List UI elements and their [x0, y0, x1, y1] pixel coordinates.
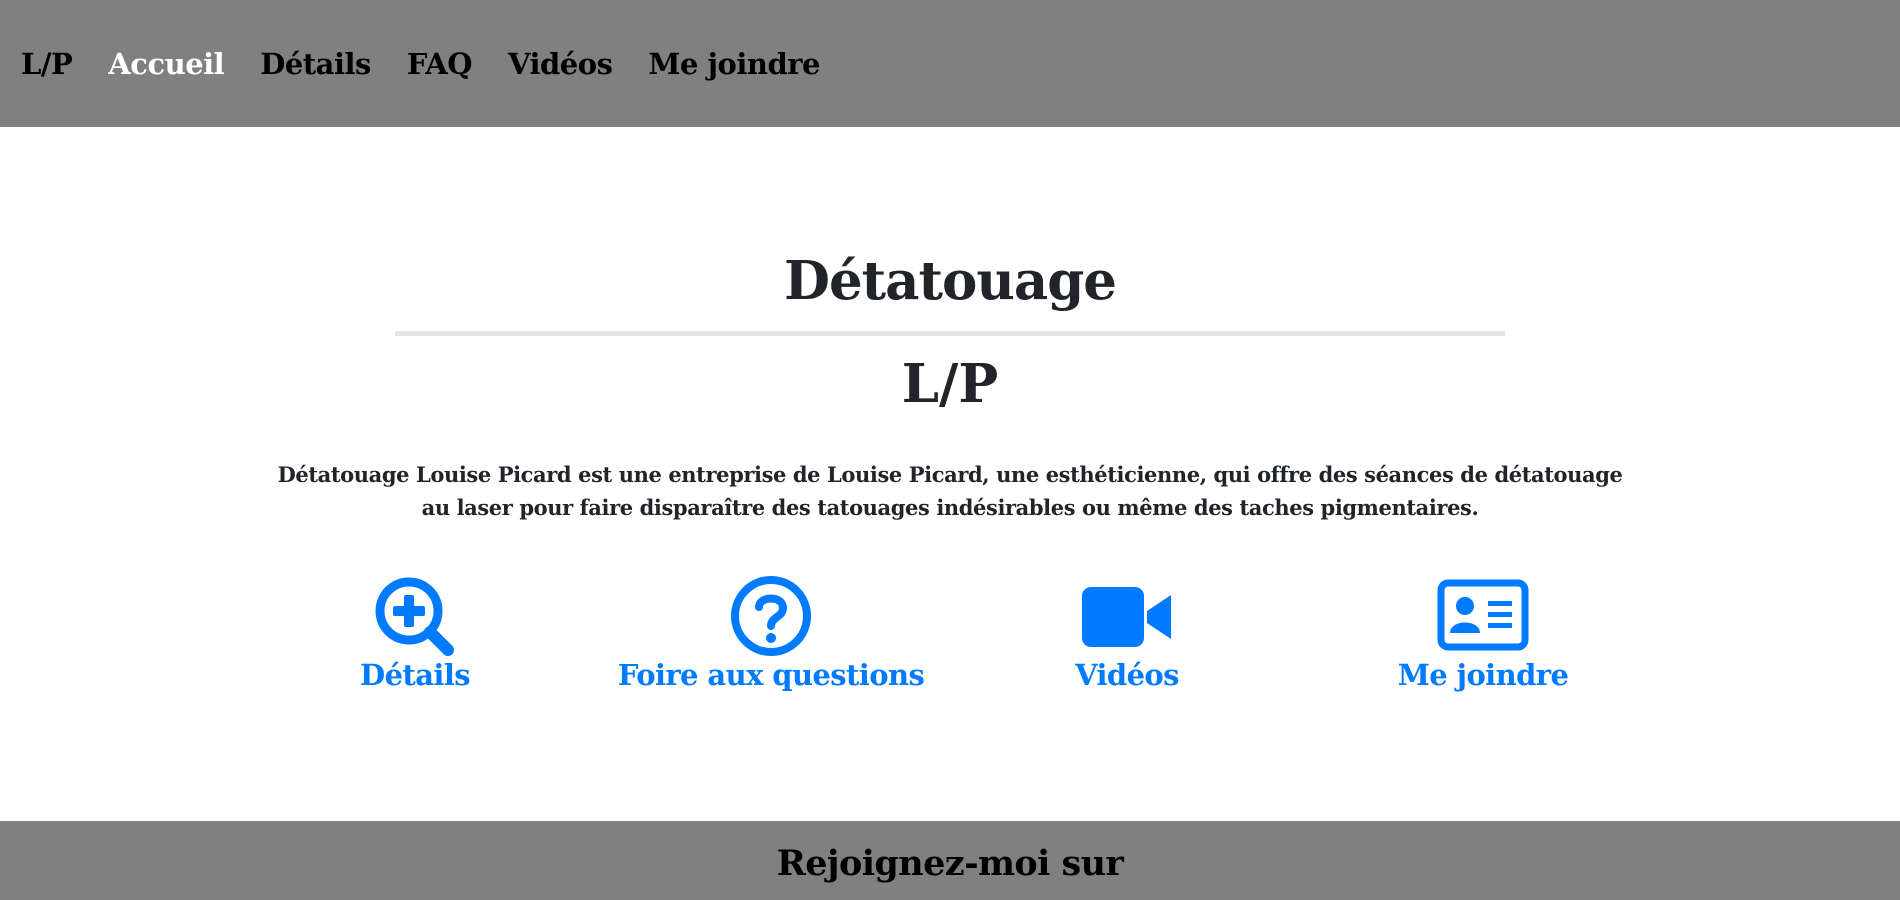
question-circle-icon: [731, 576, 811, 656]
feature-label-faq: Foire aux questions: [617, 658, 925, 692]
feature-link-videos[interactable]: Vidéos: [927, 575, 1327, 692]
nav-item-accueil[interactable]: Accueil: [108, 47, 224, 81]
main-content: Détatouage L/P Détatouage Louise Picard …: [0, 127, 1900, 821]
feature-link-faq[interactable]: Foire aux questions: [571, 575, 971, 692]
footer: Rejoignez-moi sur: [0, 821, 1900, 900]
top-navbar: L/P Accueil Détails FAQ Vidéos Me joindr…: [0, 0, 1900, 127]
nav-item-faq[interactable]: FAQ: [407, 47, 473, 81]
nav-brand-link[interactable]: L/P: [21, 47, 73, 81]
feature-link-details[interactable]: Détails: [215, 575, 615, 692]
nav-item-videos[interactable]: Vidéos: [508, 47, 613, 81]
feature-label-me-joindre: Me joindre: [1397, 658, 1569, 692]
footer-title: Rejoignez-moi sur: [776, 843, 1124, 884]
feature-link-me-joindre[interactable]: Me joindre: [1283, 575, 1683, 692]
page-title: Détatouage: [784, 250, 1117, 312]
video-camera-icon: [1082, 587, 1171, 647]
feature-label-videos: Vidéos: [1075, 658, 1179, 692]
page: L/P Accueil Détails FAQ Vidéos Me joindr…: [0, 0, 1900, 900]
nav-item-me-joindre[interactable]: Me joindre: [648, 47, 820, 81]
title-divider: [395, 331, 1505, 336]
nav-item-details[interactable]: Détails: [260, 47, 371, 81]
search-plus-icon: [375, 577, 454, 656]
contact-card-icon: [1437, 579, 1529, 651]
brand-subtitle: L/P: [901, 353, 999, 415]
feature-label-details: Détails: [360, 658, 471, 692]
company-description: Détatouage Louise Picard est une entrepr…: [277, 462, 1623, 520]
